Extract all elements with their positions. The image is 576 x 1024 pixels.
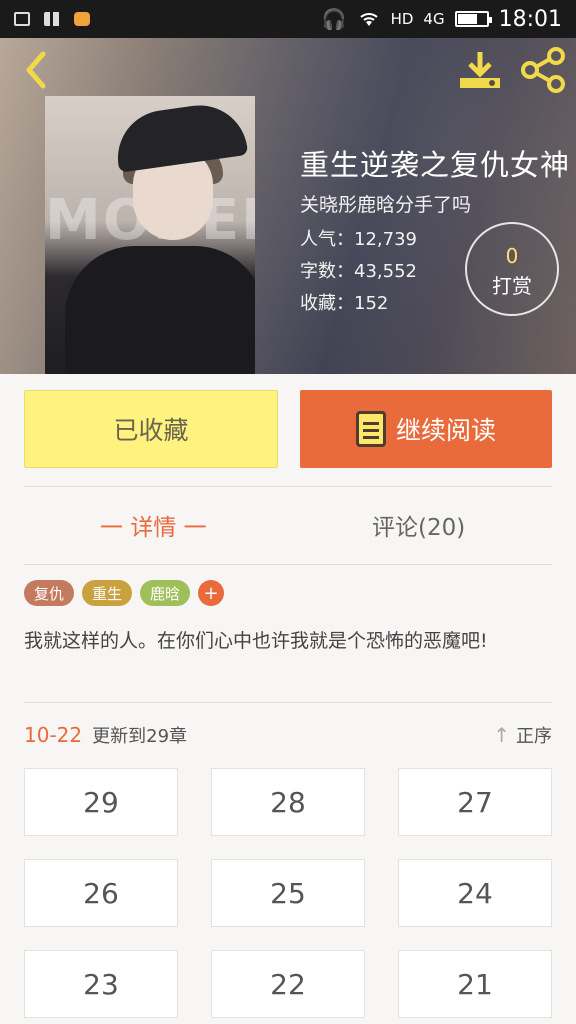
- battery-icon: [454, 11, 492, 27]
- tip-button[interactable]: 0 打赏: [465, 222, 559, 316]
- tag-list: 复仇 重生 鹿晗 +: [24, 580, 225, 606]
- chapter-button[interactable]: 24: [398, 859, 552, 927]
- network-label: HD: [390, 10, 414, 28]
- continue-reading-label: 继续阅读: [395, 416, 496, 445]
- share-icon: [521, 47, 565, 93]
- divider: [24, 702, 552, 703]
- tag-revenge[interactable]: 复仇: [24, 580, 75, 606]
- tip-count: 0: [505, 244, 519, 268]
- tab-detail[interactable]: 一 详情 一: [100, 508, 207, 542]
- continue-reading-button[interactable]: 继续阅读: [300, 390, 552, 468]
- back-button[interactable]: [14, 48, 58, 92]
- chapter-button[interactable]: 29: [24, 768, 178, 836]
- book-title: 重生逆袭之复仇女神: [300, 148, 571, 182]
- clock: 18:01: [498, 6, 562, 32]
- book-author: 关晓彤鹿晗分手了吗: [300, 194, 472, 216]
- chapter-button[interactable]: 22: [211, 950, 365, 1018]
- favorited-button[interactable]: 已收藏: [24, 390, 278, 468]
- chapter-button[interactable]: 21: [398, 950, 552, 1018]
- divider: [24, 486, 552, 487]
- tip-label: 打赏: [492, 274, 532, 298]
- update-date: 10-22: [24, 723, 83, 747]
- chapter-button[interactable]: 23: [24, 950, 178, 1018]
- chevron-left-icon: [26, 51, 46, 89]
- popularity-stat: 人气：12,739: [300, 229, 417, 250]
- share-button[interactable]: [520, 46, 568, 94]
- tag-rebirth[interactable]: 重生: [82, 580, 133, 606]
- sort-button[interactable]: ↑ 正序: [493, 722, 552, 748]
- update-info: 10-22 更新到29章 ↑ 正序: [24, 720, 552, 750]
- signal-label: 4G: [423, 10, 445, 28]
- status-bar: 🎧 HD 4G 18:01: [0, 0, 576, 38]
- arrow-up-icon: ↑: [493, 723, 510, 747]
- chapter-button[interactable]: 26: [24, 859, 178, 927]
- app-notification-icon: [74, 12, 90, 26]
- tag-luhan[interactable]: 鹿晗: [140, 580, 191, 606]
- tab-comments[interactable]: 评论(20): [372, 508, 465, 542]
- image-notification-icon: [14, 12, 30, 26]
- favorites-stat: 收藏：152: [300, 293, 389, 314]
- chapter-button[interactable]: 28: [211, 768, 365, 836]
- download-icon: [460, 52, 500, 88]
- sort-label: 正序: [516, 726, 552, 747]
- word-count-stat: 字数：43,552: [300, 261, 417, 282]
- update-text: 更新到29章: [92, 726, 188, 747]
- chapter-button[interactable]: 25: [211, 859, 365, 927]
- divider: [24, 564, 552, 565]
- headphone-icon: 🎧: [321, 7, 347, 31]
- grid-notification-icon: [44, 12, 60, 26]
- book-cover-image: MODERA: [45, 96, 255, 374]
- book-header: MODERA 重生逆袭之复仇女神 关晓彤鹿晗分手了吗 人气：12,739 字数：…: [0, 38, 576, 374]
- add-tag-button[interactable]: +: [198, 580, 225, 606]
- download-button[interactable]: [456, 48, 504, 92]
- book-icon: [355, 411, 386, 447]
- wifi-icon: [359, 13, 378, 26]
- chapter-button[interactable]: 27: [398, 768, 552, 836]
- book-description: 我就这样的人。在你们心中也许我就是个恐怖的恶魔吧!: [24, 630, 488, 652]
